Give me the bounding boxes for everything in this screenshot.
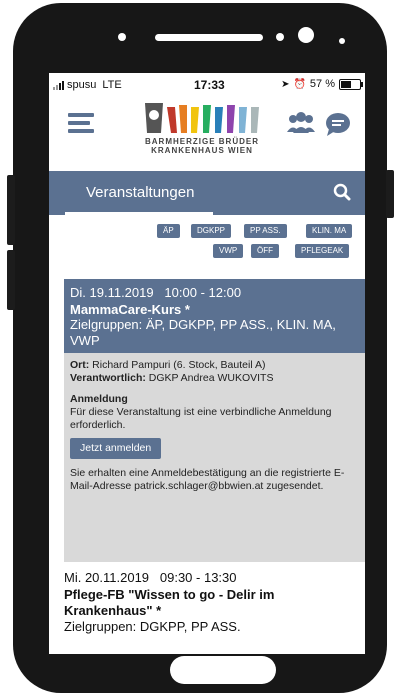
- event-card[interactable]: Mi. 20.11.2019 09:30 - 13:30 Pflege-FB "…: [64, 570, 365, 634]
- app-header: BARMHERZIGE BRÜDER KRANKENHAUS WIEN: [49, 99, 365, 159]
- logo-text: BARMHERZIGE BRÜDER KRANKENHAUS WIEN: [145, 137, 259, 155]
- search-icon[interactable]: [333, 183, 351, 201]
- front-camera: [298, 27, 314, 43]
- filter-tag-dgkpp[interactable]: DGKPP: [191, 224, 232, 238]
- signal-icon: [53, 80, 64, 90]
- people-icon[interactable]: [286, 112, 316, 134]
- event-location: Ort: Richard Pampuri (6. Stock, Bauteil …: [70, 359, 266, 371]
- sensor-dot: [276, 33, 284, 41]
- chat-icon[interactable]: [325, 111, 351, 137]
- status-bar: spusu LTE 17:33 ➤ ⏰ 57 %: [49, 73, 365, 97]
- active-tab-indicator: [65, 212, 213, 215]
- menu-icon[interactable]: [68, 113, 94, 133]
- battery-text: 57 %: [309, 78, 335, 90]
- battery-icon: [339, 78, 363, 90]
- power-button[interactable]: [386, 170, 394, 218]
- registration-text: Für diese Veranstaltung ist eine verbind…: [70, 406, 332, 431]
- speaker-grille: [155, 34, 263, 41]
- section-navbar: Veranstaltungen: [49, 171, 365, 215]
- registration-title: Anmeldung: [70, 393, 128, 405]
- location-icon: ➤: [281, 78, 290, 90]
- event-date: Mi. 20.11.2019 09:30 - 13:30: [64, 570, 237, 585]
- event-title[interactable]: MammaCare-Kurs *: [70, 302, 359, 317]
- event-target-groups: Zielgruppen: DGKPP, PP ASS.: [64, 619, 241, 634]
- carrier-name: spusu: [67, 79, 97, 91]
- event-details: Ort: Richard Pampuri (6. Stock, Bauteil …: [64, 353, 365, 562]
- event-target-groups: Zielgruppen: ÄP, DGKPP, PP ASS., KLIN. M…: [70, 317, 336, 348]
- status-time: 17:33: [194, 78, 225, 92]
- alarm-icon: ⏰: [293, 78, 306, 90]
- filter-tag-vwp[interactable]: VWP: [213, 244, 244, 258]
- camera-dot: [118, 33, 126, 41]
- volume-button[interactable]: [7, 175, 15, 245]
- home-button[interactable]: [170, 656, 276, 684]
- filter-tag-ap[interactable]: ÄP: [157, 224, 180, 238]
- filter-tag-pp-ass[interactable]: PP ASS.: [244, 224, 287, 238]
- mute-switch[interactable]: [7, 250, 15, 310]
- network-type: LTE: [102, 79, 122, 91]
- app-screen: spusu LTE 17:33 ➤ ⏰ 57 % BARMHERZIGE BRÜ…: [49, 73, 365, 654]
- event-title[interactable]: Pflege-FB "Wissen to go - Delir im Krank…: [64, 587, 365, 619]
- register-button[interactable]: Jetzt anmelden: [70, 438, 162, 459]
- event-card[interactable]: Di. 19.11.2019 10:00 - 12:00 MammaCare-K…: [64, 279, 365, 562]
- section-title[interactable]: Veranstaltungen: [86, 184, 194, 201]
- event-header: Di. 19.11.2019 10:00 - 12:00 MammaCare-K…: [64, 279, 365, 353]
- filter-tag-klin-ma[interactable]: KLIN. MA: [306, 224, 353, 238]
- confirmation-text: Sie erhalten eine Anmeldebestätigung an …: [70, 467, 345, 492]
- filter-tag-oeff[interactable]: ÖFF: [251, 244, 279, 258]
- sensor-dot-small: [339, 38, 345, 44]
- filter-tag-pflegeak[interactable]: PFLEGEAK: [295, 244, 350, 258]
- event-responsible: Verantwortlich: DGKP Andrea WUKOVITS: [70, 372, 274, 384]
- event-date: Di. 19.11.2019 10:00 - 12:00: [70, 285, 242, 300]
